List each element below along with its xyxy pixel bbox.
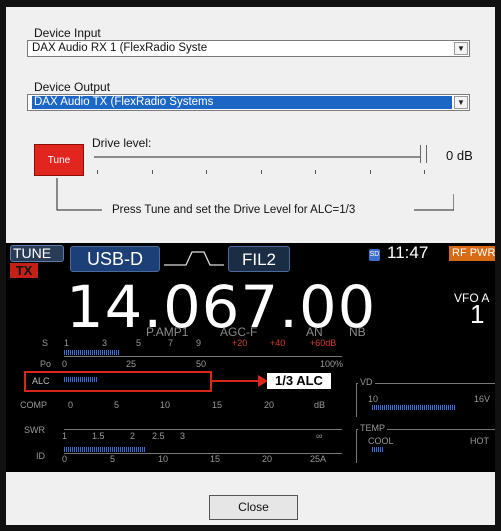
po-meter-bar	[64, 350, 120, 355]
comp-scale-tick: dB	[314, 400, 326, 410]
comp-scale-tick: 5	[114, 400, 120, 410]
po-meter-label: Po	[40, 359, 52, 369]
close-button[interactable]: Close	[209, 495, 298, 520]
clock-display: 11:47	[387, 243, 429, 262]
temp-meter-label: TEMP	[358, 423, 388, 433]
temp-meter-bar	[372, 447, 384, 452]
device-input-value: DAX Audio RX 1 (FlexRadio Syste	[32, 42, 208, 54]
rf-power-badge: RF PWR	[449, 246, 495, 261]
filter-display: FIL2	[228, 246, 290, 272]
temp-scale-tick: COOL	[368, 436, 394, 446]
slider-tick	[97, 170, 98, 174]
s-scale-tick: 3	[102, 338, 108, 348]
chevron-down-icon[interactable]: ▼	[454, 42, 468, 55]
drive-level-slider-thumb[interactable]	[420, 145, 427, 163]
swr-scale-tick: 1	[62, 431, 68, 441]
po-meter-scale	[64, 356, 342, 357]
s-scale-tick: 9	[196, 338, 202, 348]
alc-highlight-box	[24, 371, 212, 392]
temp-meter-panel	[356, 429, 495, 463]
po-scale-tick: 100%	[320, 359, 344, 369]
po-scale-tick: 50	[196, 359, 207, 369]
temp-scale-tick: HOT	[470, 436, 489, 446]
s-scale-label: S	[42, 338, 49, 348]
slider-tick	[152, 170, 153, 174]
id-scale-tick: 5	[110, 454, 116, 464]
s-scale-tick: 1	[64, 338, 70, 348]
swr-meter-scale	[64, 429, 342, 430]
vd-scale-tick: 16V	[474, 394, 491, 404]
swr-scale-tick: 3	[180, 431, 186, 441]
slider-tick	[370, 170, 371, 174]
drive-level-value: 0 dB	[446, 148, 473, 163]
comp-scale-tick: 20	[264, 400, 275, 410]
slider-tick	[261, 170, 262, 174]
device-output-value: DAX Audio TX (FlexRadio Systems	[32, 96, 452, 109]
device-output-select[interactable]: DAX Audio TX (FlexRadio Systems ▼	[27, 94, 470, 111]
s-scale-tick: 7	[168, 338, 174, 348]
id-scale-tick: 15	[210, 454, 221, 464]
arrow-icon	[212, 380, 260, 382]
s-scale-tick: +60dB	[310, 338, 337, 348]
mode-display: USB-D	[70, 246, 160, 272]
slider-tick	[206, 170, 207, 174]
id-scale-tick: 25A	[310, 454, 327, 464]
comp-meter-label: COMP	[20, 400, 47, 410]
vfo-frequency-partial: 1	[470, 299, 485, 329]
vd-scale-tick: 10	[368, 394, 379, 404]
slider-tick	[424, 170, 425, 174]
radio-display-screenshot: TUNE TX USB-D FIL2 SD 11:47 RF PWR 14.06…	[6, 243, 495, 472]
id-scale-tick: 0	[62, 454, 68, 464]
id-meter-scale	[64, 453, 342, 454]
s-scale-tick: +40	[270, 338, 286, 348]
drive-level-label: Drive level:	[92, 136, 152, 150]
instruction-text: Press Tune and set the Drive Level for A…	[108, 204, 360, 216]
s-scale-tick: +20	[232, 338, 248, 348]
alc-annotation: 1/3 ALC	[267, 373, 331, 389]
swr-scale-tick: 2	[130, 431, 136, 441]
comp-scale-tick: 15	[212, 400, 223, 410]
po-scale-tick: 0	[62, 359, 68, 369]
drive-level-slider[interactable]	[94, 156, 422, 158]
id-scale-tick: 10	[158, 454, 169, 464]
s-scale-tick: 5	[136, 338, 142, 348]
chevron-down-icon[interactable]: ▼	[454, 96, 468, 109]
po-scale-tick: 25	[126, 359, 137, 369]
agc-indicator: AGC-F	[220, 325, 258, 339]
preamp-indicator: P.AMP1	[146, 325, 189, 339]
swr-meter-label: SWR	[24, 425, 45, 435]
tune-button[interactable]: Tune	[34, 144, 84, 176]
filter-shape-icon	[164, 251, 224, 266]
comp-scale-tick: 10	[160, 400, 171, 410]
device-output-label: Device Output	[34, 80, 111, 94]
tune-indicator: TUNE	[10, 245, 64, 262]
device-input-select[interactable]: DAX Audio RX 1 (FlexRadio Syste ▼	[27, 40, 470, 57]
vd-meter-bar	[372, 405, 456, 410]
slider-tick	[315, 170, 316, 174]
tx-indicator: TX	[10, 263, 38, 278]
nb-indicator: NB	[349, 325, 366, 339]
swr-scale-tick: ∞	[316, 431, 323, 441]
comp-scale-tick: 0	[68, 400, 74, 410]
id-meter-label: ID	[36, 451, 45, 461]
device-input-label: Device Input	[34, 26, 101, 40]
vd-meter-label: VD	[358, 377, 375, 387]
swr-scale-tick: 1.5	[92, 431, 105, 441]
id-scale-tick: 20	[262, 454, 273, 464]
sd-card-icon: SD	[369, 249, 380, 261]
an-indicator: AN	[306, 325, 323, 339]
swr-scale-tick: 2.5	[152, 431, 165, 441]
id-meter-bar	[64, 447, 146, 452]
